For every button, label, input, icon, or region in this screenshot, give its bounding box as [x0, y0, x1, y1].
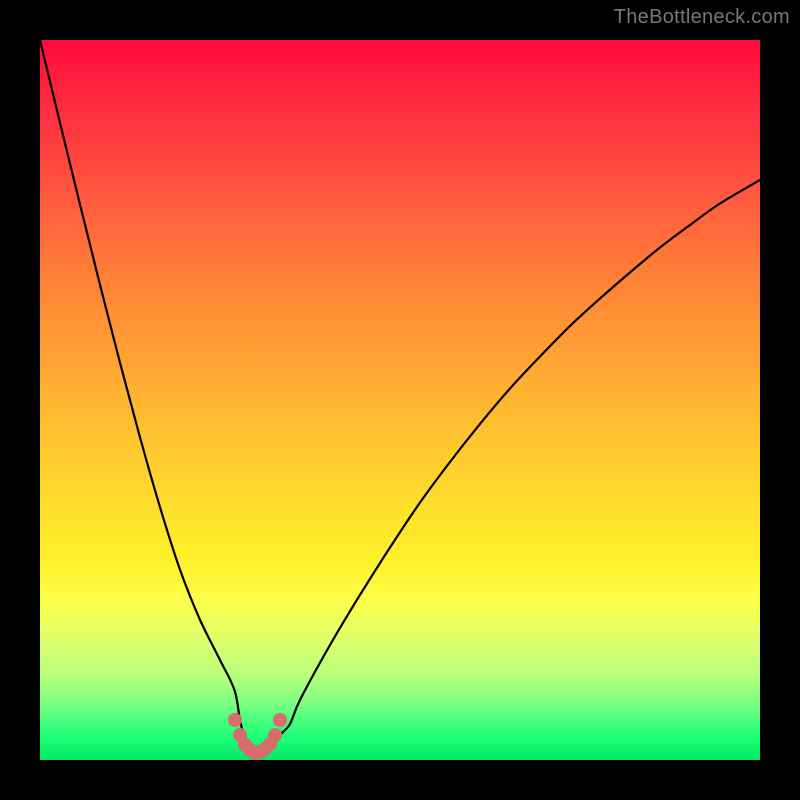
chart-svg — [40, 40, 760, 760]
bead-dot — [268, 728, 282, 742]
curve-right — [265, 180, 760, 750]
bead-dot — [228, 713, 242, 727]
bead-dot — [273, 713, 287, 727]
curve-left — [40, 40, 265, 753]
chart-frame: TheBottleneck.com — [0, 0, 800, 800]
bottom-beads — [228, 713, 287, 760]
plot-area — [40, 40, 760, 760]
watermark-label: TheBottleneck.com — [614, 6, 790, 29]
